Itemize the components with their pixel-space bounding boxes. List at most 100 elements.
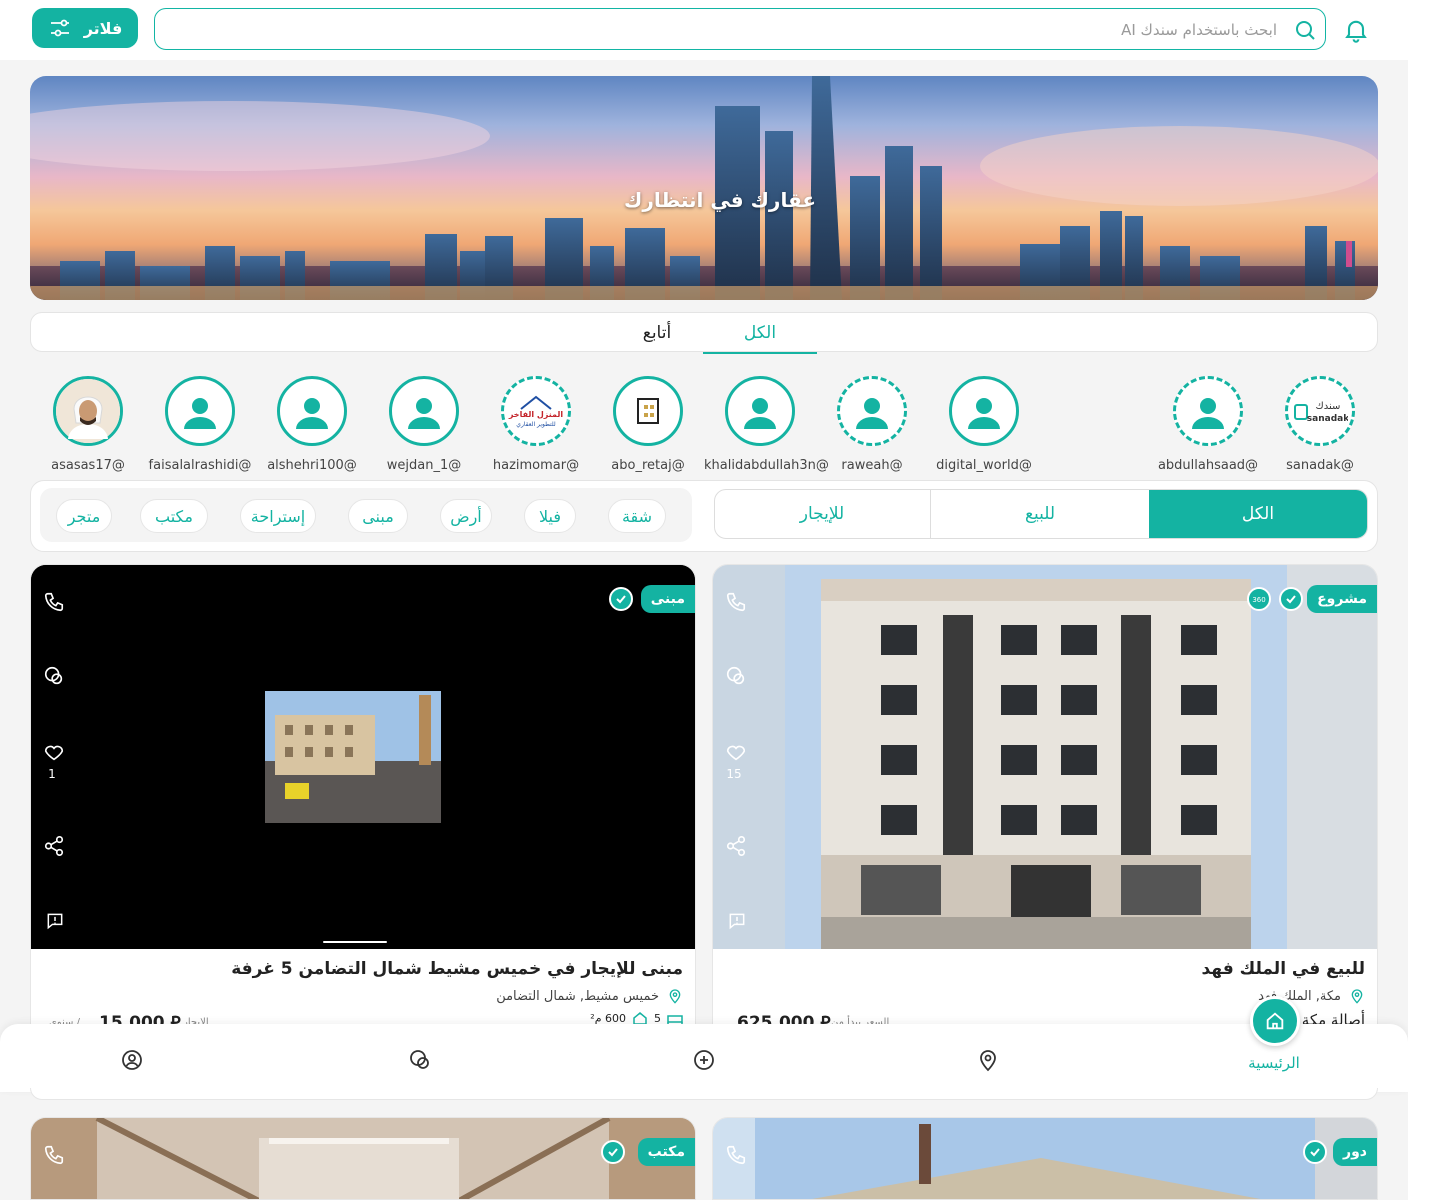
banner-title: عقارك في انتظارك [623, 188, 817, 212]
tab-following[interactable]: أتابع [607, 313, 707, 353]
location-text: خميس مشيط, شمال التضامن [496, 988, 659, 1004]
chip-shop[interactable]: متجر [56, 499, 112, 533]
verified-icon [609, 587, 633, 611]
listing-card[interactable]: مبنى 1 مبنى للإيجار في خميس مشيط شمال ال… [30, 564, 696, 1100]
listing-card[interactable]: مكتب [30, 1117, 696, 1200]
avatar [277, 376, 347, 446]
tab-all[interactable]: الكل [703, 313, 817, 354]
search-input[interactable] [375, 15, 1279, 45]
chip-apartment[interactable]: شقة [608, 499, 666, 533]
account-handle: faisalalrashidi@ [148, 458, 252, 473]
avatar [613, 376, 683, 446]
report-icon[interactable] [39, 911, 65, 931]
account-item[interactable]: khalidabdullah3n@ [704, 376, 829, 473]
avatar [725, 376, 795, 446]
listing-title: مبنى للإيجار في خميس مشيط شمال التضامن 5… [231, 959, 683, 979]
phone-icon[interactable] [721, 591, 747, 613]
building-photo [713, 565, 1377, 949]
account-item[interactable]: raweah@ [816, 376, 928, 473]
home-label[interactable]: الرئيسية [1236, 1054, 1312, 1072]
account-item[interactable]: wejdan_1@ [368, 376, 480, 473]
listing-title: للبيع في الملك فهد [1201, 959, 1365, 979]
video-progress [323, 941, 387, 943]
account-handle: raweah@ [841, 458, 903, 473]
account-item[interactable]: abo_retaj@ [592, 376, 704, 473]
account-item[interactable]: asasas17@ [32, 376, 144, 473]
listing-type-toggle: الكل للبيع للإيجار [714, 489, 1368, 539]
area-value: 600 م² [590, 1011, 626, 1025]
notification-bell-icon[interactable] [1342, 16, 1370, 44]
bottom-navigation [0, 1024, 1408, 1092]
share-icon[interactable] [721, 835, 747, 857]
user-icon [296, 398, 328, 429]
chip-rest-house[interactable]: إستراحة [240, 499, 316, 533]
avatar [837, 376, 907, 446]
account-item[interactable]: faisalalrashidi@ [144, 376, 256, 473]
like-button[interactable]: 15 [721, 741, 747, 781]
phone-icon[interactable] [721, 1144, 747, 1166]
account-handle: asasas17@ [51, 458, 125, 473]
chip-office[interactable]: مكتب [140, 499, 208, 533]
filter-rent-button[interactable]: للإيجار [715, 490, 931, 538]
user-icon [184, 398, 216, 429]
map-pin-icon[interactable] [976, 1048, 1000, 1072]
building-photo [31, 565, 695, 949]
account-handle: sanadak@ [1286, 458, 1354, 473]
report-icon[interactable] [721, 911, 747, 931]
phone-icon[interactable] [39, 1144, 65, 1166]
chat-icon[interactable] [721, 665, 747, 687]
avatar: المنزل الفاخر للتطوير العقاري [501, 376, 571, 446]
chip-villa[interactable]: فيلا [524, 499, 576, 533]
account-item[interactable]: المنزل الفاخر للتطوير العقاري hazimomar@ [480, 376, 592, 473]
listing-image [713, 565, 1377, 949]
filters-label: فلاتر [83, 18, 123, 38]
filter-all-button[interactable]: الكل [1149, 490, 1367, 538]
user-icon [408, 398, 440, 429]
chip-land[interactable]: أرض [440, 499, 492, 533]
property-type-badge: مكتب [637, 1138, 695, 1166]
property-type-badge: دور [1333, 1138, 1377, 1166]
account-item[interactable]: alshehri100@ [256, 376, 368, 473]
home-button[interactable] [1250, 996, 1300, 1046]
verified-icon [601, 1140, 625, 1164]
filter-sliders-icon [48, 16, 72, 40]
add-listing-icon[interactable] [692, 1048, 716, 1072]
avatar [949, 376, 1019, 446]
bed-icon [667, 1012, 683, 1024]
user-icon [1192, 398, 1224, 429]
page-scrollbar[interactable] [1408, 0, 1440, 1200]
account-item[interactable]: abdullahsaad@ [1152, 376, 1264, 473]
like-button[interactable]: 1 [39, 741, 65, 781]
verified-icon [1303, 1140, 1327, 1164]
chat-icon[interactable] [39, 665, 65, 687]
messages-icon[interactable] [408, 1048, 432, 1072]
tour-360-icon[interactable]: 360 [1247, 587, 1271, 611]
phone-icon[interactable] [39, 591, 65, 613]
location-pin-icon [1349, 987, 1365, 1005]
search-icon [1293, 18, 1317, 42]
card-footer-strip [30, 1088, 1378, 1100]
feed-tabs: الكل أتابع [30, 312, 1378, 354]
account-handle: digital_world@ [936, 458, 1032, 473]
heart-icon [44, 745, 64, 761]
account-item[interactable]: سندك sanadak sanadak@ [1264, 376, 1376, 473]
account-handle: khalidabdullah3n@ [704, 458, 829, 473]
like-count: 1 [48, 767, 56, 781]
listing-image [713, 1118, 1377, 1199]
listing-card[interactable]: دور [712, 1117, 1378, 1200]
user-icon [856, 398, 888, 429]
listing-image [31, 1118, 695, 1199]
sanadak-logo: سندك sanadak [1294, 401, 1348, 424]
location-pin-icon [667, 987, 683, 1005]
profile-icon[interactable] [120, 1048, 144, 1072]
chip-building[interactable]: مبنى [348, 499, 408, 533]
almanzil-logo: المنزل الفاخر للتطوير العقاري [508, 395, 563, 428]
company-logo-icon [637, 398, 659, 424]
account-handle: alshehri100@ [267, 458, 357, 473]
filters-button[interactable]: فلاتر [32, 8, 138, 48]
user-icon [968, 398, 1000, 429]
filter-sale-button[interactable]: للبيع [930, 490, 1149, 538]
account-item[interactable]: digital_world@ [928, 376, 1040, 473]
search-bar[interactable] [154, 8, 1326, 50]
share-icon[interactable] [39, 835, 65, 857]
